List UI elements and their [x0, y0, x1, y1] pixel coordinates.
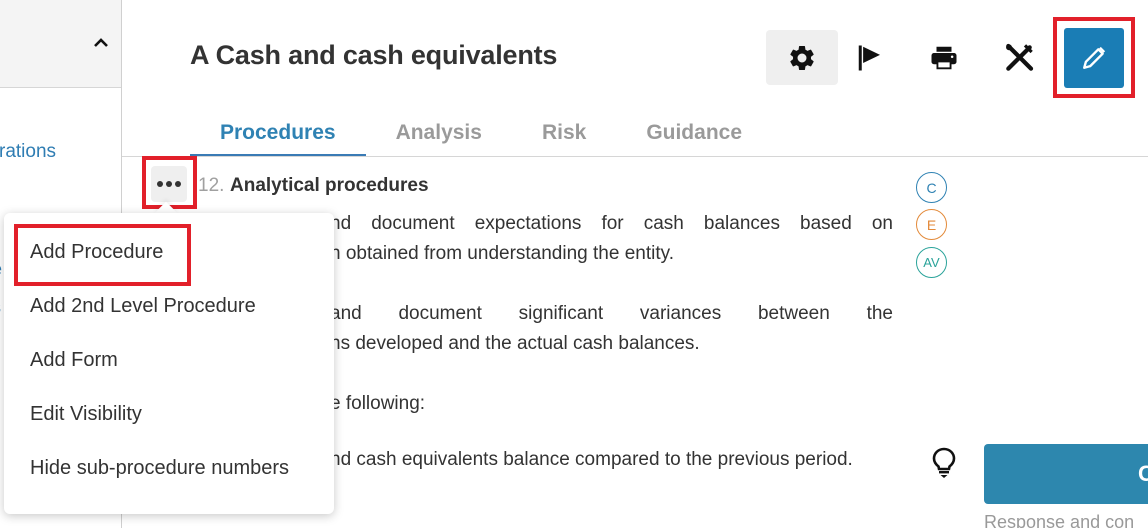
tab-risk[interactable]: Risk — [512, 117, 616, 157]
action-button[interactable]: C — [984, 444, 1148, 504]
lightbulb-icon[interactable] — [930, 446, 958, 480]
settings-button[interactable] — [766, 30, 838, 85]
procedure-text: nd document expectations for cash balanc… — [330, 213, 893, 234]
assertion-badge-av[interactable]: AV — [916, 247, 947, 278]
chevron-up-icon[interactable] — [94, 36, 108, 50]
procedure-text: n obtained from understanding the entity… — [330, 243, 674, 264]
highlight-box-add-procedure — [14, 224, 191, 286]
flag-icon — [858, 45, 880, 70]
assertion-badge-e[interactable]: E — [916, 209, 947, 240]
flag-button[interactable] — [834, 30, 906, 85]
tab-guidance[interactable]: Guidance — [616, 117, 772, 157]
response-caption: Response and con — [984, 512, 1135, 528]
menu-item-edit-visibility[interactable]: Edit Visibility — [30, 403, 142, 426]
tools-icon — [1006, 43, 1034, 71]
assertion-badge-c[interactable]: C — [916, 172, 947, 203]
procedure-text: ns developed and the actual cash balance… — [330, 333, 700, 354]
sidebar-link[interactable]: rations — [0, 141, 56, 163]
procedure-text: and document significant variances betwe… — [330, 303, 893, 324]
procedure-number: 12. — [198, 175, 225, 196]
menu-item-hide-sub-procedure-numbers[interactable]: Hide sub-procedure numbers — [30, 457, 289, 480]
tab-bar: Procedures Analysis Risk Guidance — [190, 117, 772, 157]
procedure-text: e following: — [330, 393, 426, 414]
tab-analysis[interactable]: Analysis — [366, 117, 512, 157]
printer-icon — [931, 46, 957, 69]
menu-item-add-2nd-level-procedure[interactable]: Add 2nd Level Procedure — [30, 295, 256, 318]
gear-icon — [790, 45, 814, 70]
tab-procedures[interactable]: Procedures — [190, 117, 366, 157]
tools-button[interactable] — [983, 30, 1055, 85]
procedure-text: nd cash equivalents balance compared to … — [330, 449, 853, 470]
page-title: A Cash and cash equivalents — [190, 40, 558, 70]
highlight-box-edit — [1053, 17, 1135, 98]
tab-divider — [122, 156, 1148, 157]
sidebar-link[interactable]: s — [0, 297, 1, 318]
sidebar-header[interactable] — [0, 0, 121, 88]
sidebar-link[interactable]: e — [0, 259, 2, 280]
menu-item-add-form[interactable]: Add Form — [30, 349, 118, 372]
procedure-title: Analytical procedures — [230, 175, 429, 196]
print-button[interactable] — [908, 30, 980, 85]
highlight-box-more — [142, 156, 197, 209]
